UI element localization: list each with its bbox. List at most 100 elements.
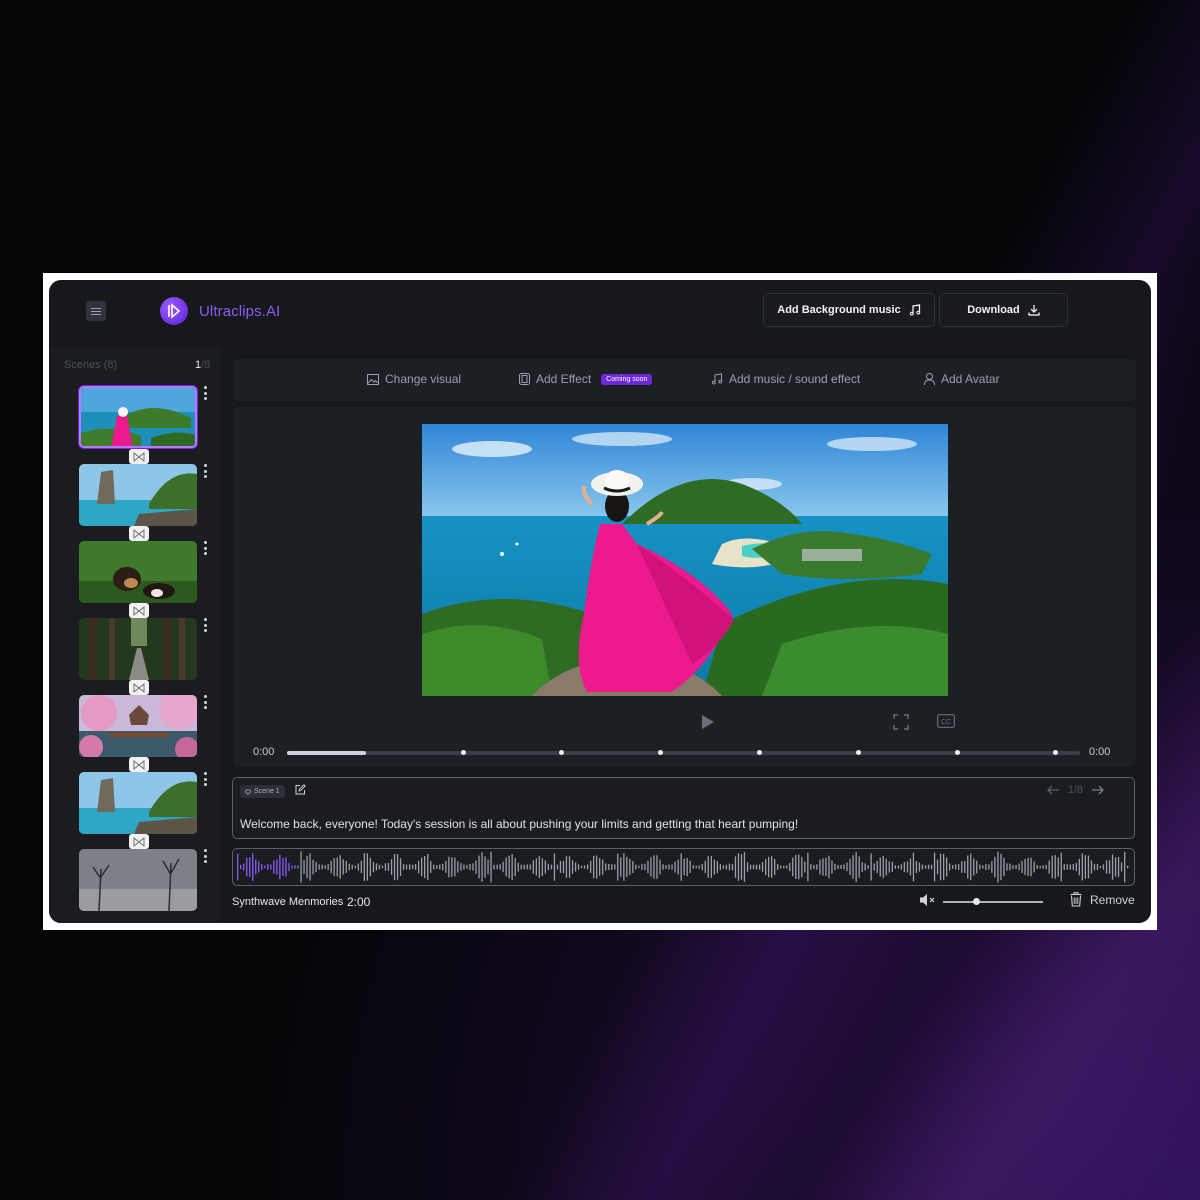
waveform-bar <box>1081 853 1083 881</box>
arrow-right-icon[interactable] <box>1091 785 1104 795</box>
scene-marker[interactable] <box>1053 750 1059 755</box>
add-avatar-button[interactable]: Add Avatar <box>924 372 1000 386</box>
waveform-bar <box>641 863 643 870</box>
waveform-bar <box>1102 864 1105 870</box>
waveform-bar <box>409 864 411 870</box>
waveform-bar <box>795 855 797 879</box>
scene-options-icon[interactable] <box>203 695 207 709</box>
add-music-sound-effect-button[interactable]: Add music / sound effect <box>711 372 860 386</box>
waveform-bar <box>384 863 387 871</box>
waveform-bar <box>427 854 429 880</box>
transition-icon[interactable] <box>129 680 149 695</box>
waveform-bar <box>852 855 854 879</box>
script-editor[interactable]: Scene 1 1/8 Welcome back, everyone! Toda… <box>232 777 1135 839</box>
scene-thumb-7[interactable] <box>79 849 197 911</box>
waveform-bar <box>653 855 655 879</box>
remove-music-button[interactable]: Remove <box>1070 892 1135 907</box>
add-effect-button[interactable]: Add Effect Coming soon <box>519 372 653 386</box>
waveform-bar <box>771 856 773 878</box>
transition-icon[interactable] <box>129 526 149 541</box>
add-background-music-button[interactable]: Add Background music <box>763 293 935 327</box>
scene-options-icon[interactable] <box>203 464 207 478</box>
transition-icon[interactable] <box>129 449 149 464</box>
waveform-bar <box>270 864 272 870</box>
scene-thumb-5[interactable] <box>79 695 197 757</box>
waveform-bar <box>888 861 890 873</box>
scene-thumb-4[interactable] <box>79 618 197 680</box>
waveform-bar <box>958 864 960 870</box>
waveform-bar <box>345 861 347 873</box>
waveform-bar <box>381 865 384 869</box>
waveform-bar <box>1045 864 1047 870</box>
scene-marker[interactable] <box>855 750 861 755</box>
scene-marker[interactable] <box>460 750 466 755</box>
music-waveform[interactable] <box>232 848 1135 886</box>
waveform-bar <box>1018 863 1020 871</box>
waveform-bar <box>882 855 884 879</box>
waveform-bar <box>273 860 275 874</box>
scene-thumb-1[interactable] <box>79 386 197 448</box>
timeline-track[interactable] <box>287 750 1080 755</box>
waveform-bar <box>336 857 338 877</box>
transition-icon[interactable] <box>129 834 149 849</box>
scene-options-icon[interactable] <box>203 849 207 863</box>
scene-thumb-6[interactable] <box>79 772 197 834</box>
volume-slider[interactable] <box>943 901 1043 903</box>
scene-options-icon[interactable] <box>203 541 207 555</box>
waveform-bar <box>436 865 438 869</box>
waveform-bar <box>309 853 311 881</box>
mute-icon[interactable] <box>919 893 936 907</box>
scene-thumb-2[interactable] <box>79 464 197 526</box>
volume-knob[interactable] <box>972 898 980 905</box>
captions-icon[interactable]: CC <box>937 714 955 728</box>
waveform-bar <box>927 864 930 870</box>
waveform-bar <box>933 852 936 882</box>
waveform-bar <box>1084 855 1086 879</box>
waveform-bar <box>306 855 308 879</box>
scene-options-icon[interactable] <box>203 386 207 400</box>
waveform-bar <box>300 851 302 883</box>
waveform-bar <box>870 853 872 881</box>
waveform-bar <box>541 858 543 876</box>
waveform-bar <box>1096 863 1099 870</box>
waveform-bar <box>737 853 740 881</box>
waveform-bar <box>710 856 712 878</box>
waveform-bar <box>671 864 673 870</box>
scene-marker[interactable] <box>559 750 565 755</box>
waveform-bar <box>1108 860 1111 874</box>
scenes-total: /8 <box>201 359 211 371</box>
waveform-bar <box>722 865 724 869</box>
scene-marker[interactable] <box>756 750 762 755</box>
trash-icon <box>1070 892 1082 907</box>
video-frame[interactable] <box>422 424 948 696</box>
menu-icon[interactable] <box>86 301 106 321</box>
waveform-bar <box>695 865 697 869</box>
change-visual-button[interactable]: Change visual <box>367 372 461 386</box>
waveform-bar <box>312 859 314 875</box>
user-icon <box>924 373 935 385</box>
waveform-bar <box>264 865 266 869</box>
waveform-bar <box>915 861 918 873</box>
waveform-bar <box>490 851 492 883</box>
scene-marker[interactable] <box>658 750 664 755</box>
scene-options-icon[interactable] <box>203 772 207 786</box>
transition-icon[interactable] <box>129 603 149 618</box>
effect-icon <box>519 373 530 385</box>
play-icon[interactable] <box>701 714 715 730</box>
waveform-bar <box>955 864 957 870</box>
waveform-bar <box>363 853 365 881</box>
fullscreen-icon[interactable] <box>893 714 909 730</box>
waveform-bar <box>333 858 335 876</box>
waveform-bar <box>867 865 869 869</box>
download-button[interactable]: Download <box>939 293 1068 327</box>
waveform-bar <box>294 865 296 869</box>
scene-thumb-3[interactable] <box>79 541 197 603</box>
waveform-bar <box>973 858 975 876</box>
waveform-bar <box>1093 863 1096 871</box>
waveform-bar <box>918 862 921 872</box>
scene-options-icon[interactable] <box>203 618 207 632</box>
transition-icon[interactable] <box>129 757 149 772</box>
scene-marker[interactable] <box>954 750 960 755</box>
arrow-left-icon[interactable] <box>1046 785 1060 795</box>
edit-icon[interactable] <box>295 784 306 795</box>
